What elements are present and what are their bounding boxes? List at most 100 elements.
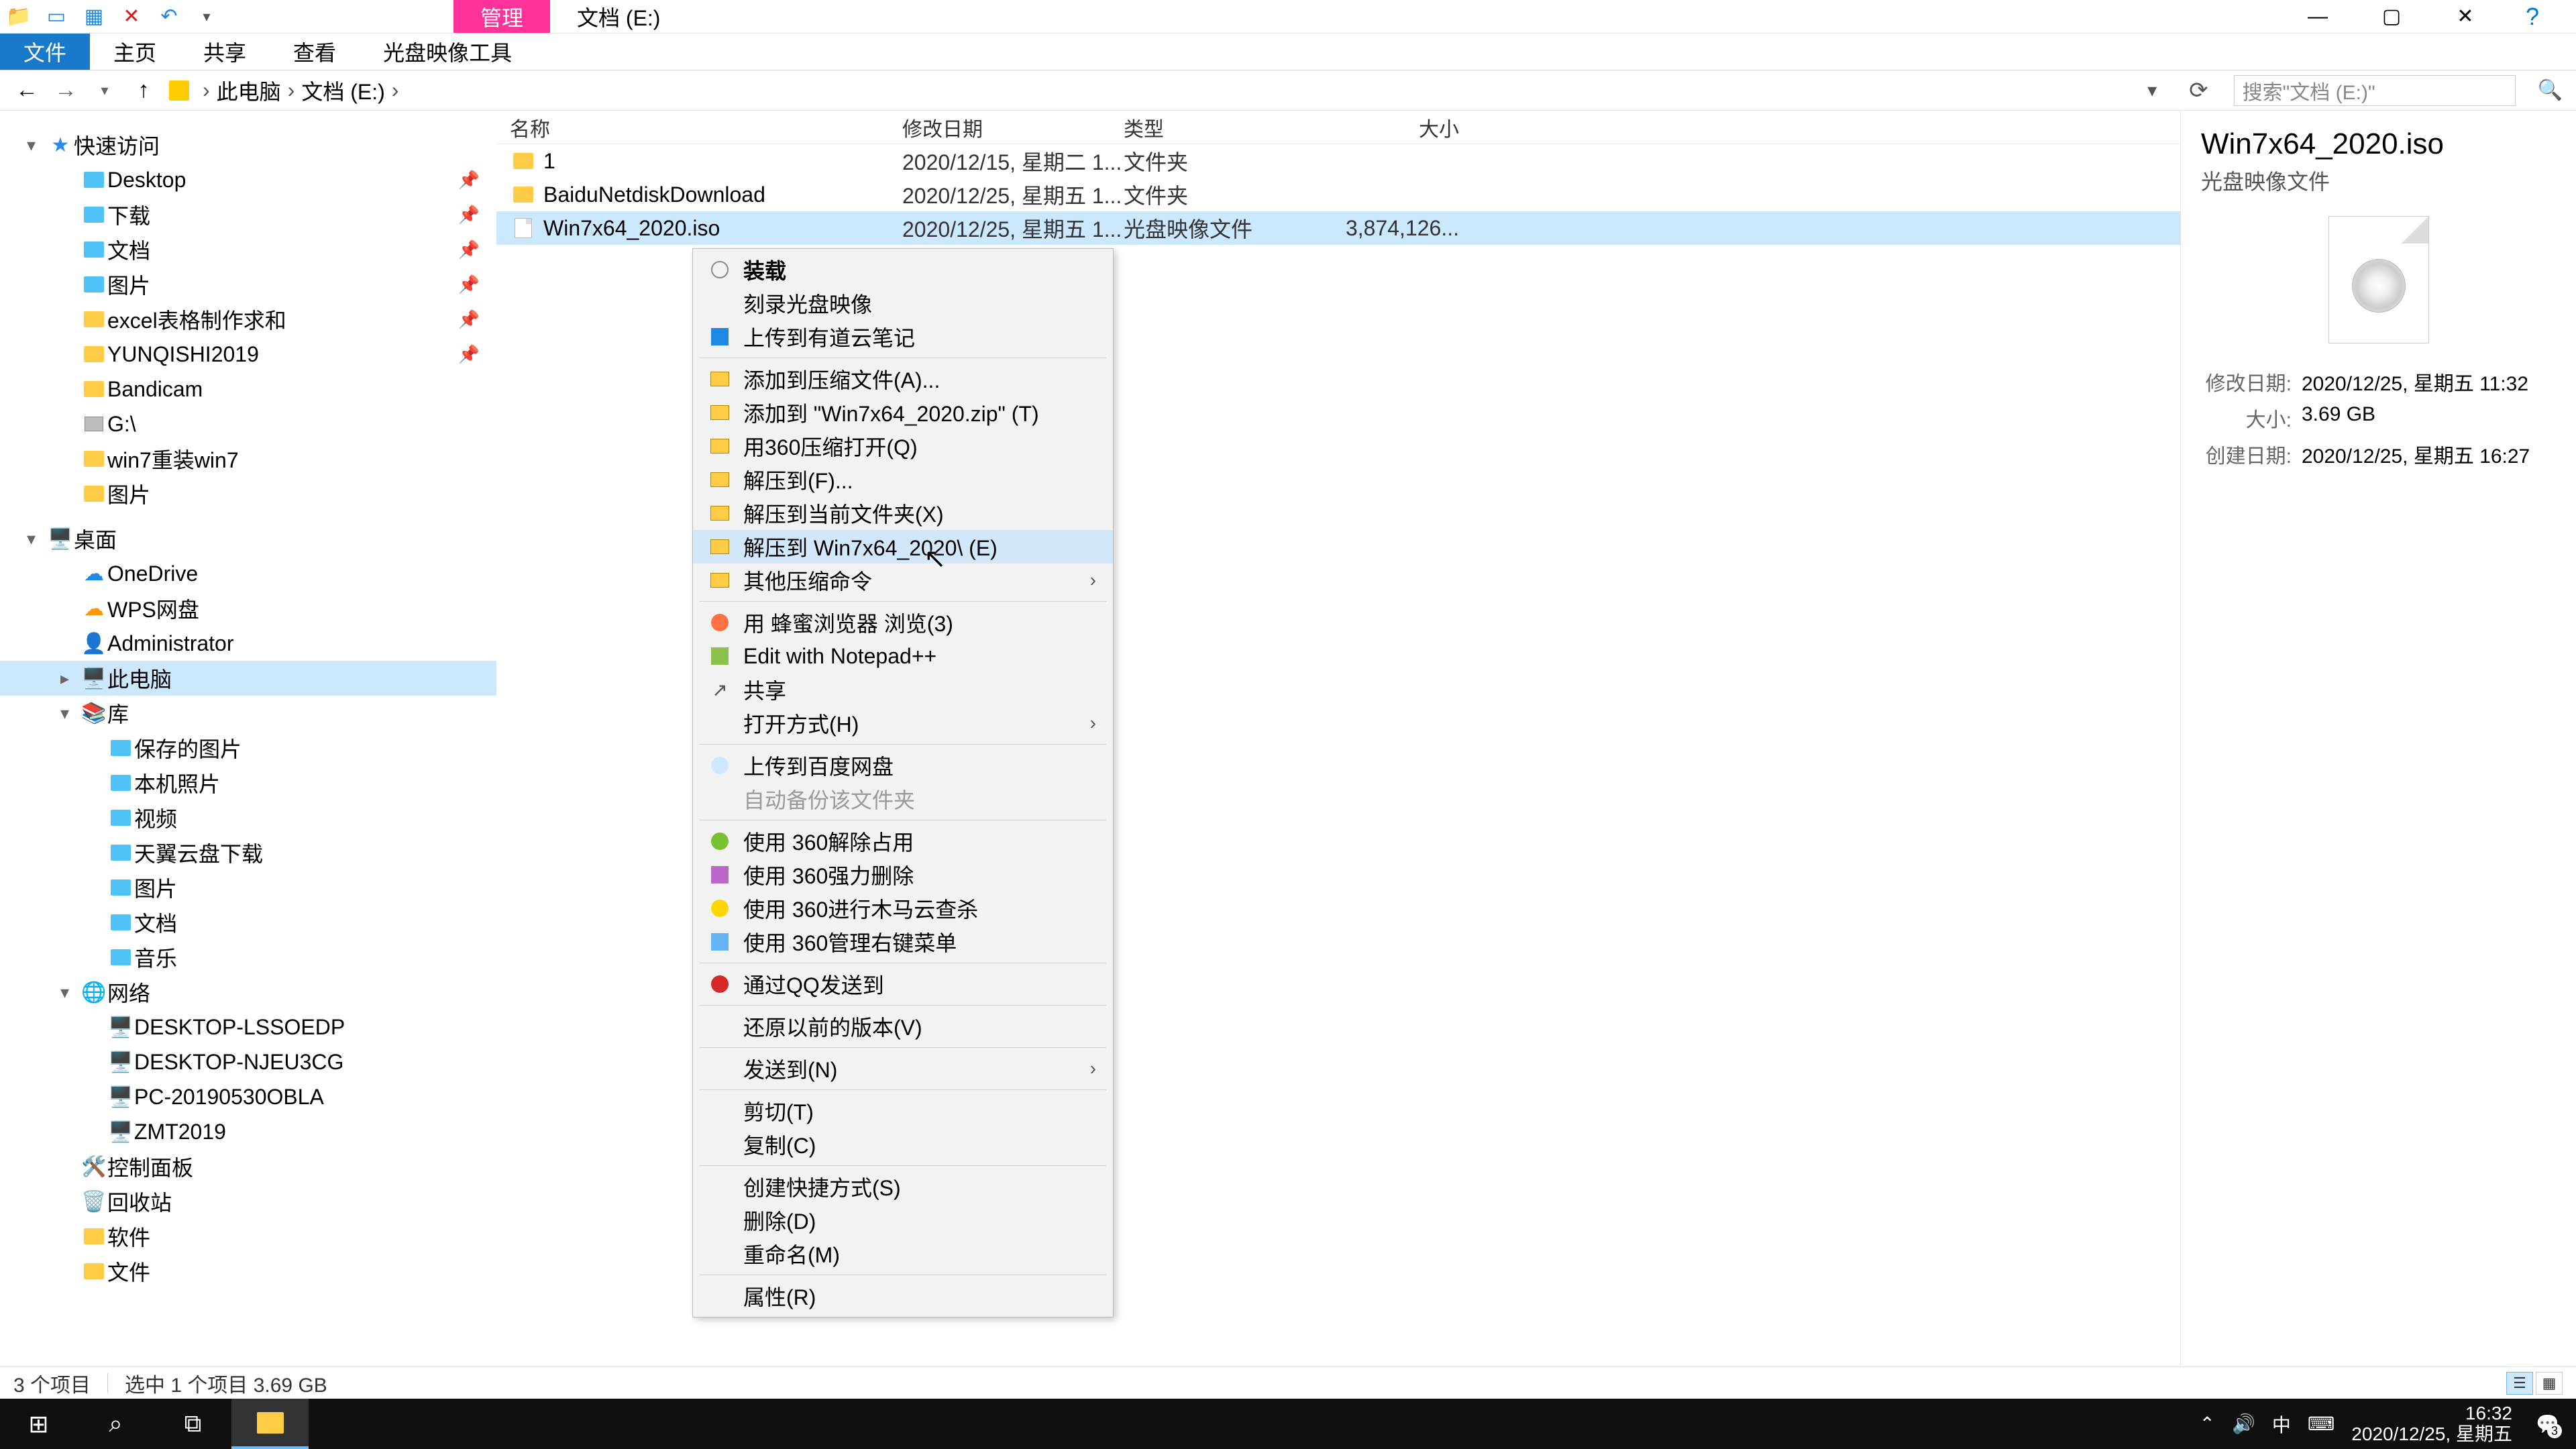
tree-item[interactable]: ▸🖥️此电脑 bbox=[0, 661, 496, 696]
context-menu-item[interactable]: 复制(C) bbox=[693, 1128, 1113, 1161]
properties-icon[interactable]: ▭ bbox=[44, 5, 68, 29]
context-menu-item[interactable]: 装载 bbox=[693, 253, 1113, 286]
tree-item[interactable]: 🖥️ZMT2019 bbox=[0, 1114, 496, 1149]
tree-item[interactable]: ▾🖥️桌面 bbox=[0, 521, 496, 556]
tree-item[interactable]: YUNQISHI2019📌 bbox=[0, 337, 496, 372]
breadcrumb[interactable]: › 此电脑 › 文档 (E:) › bbox=[169, 75, 2129, 106]
delete-icon[interactable]: ✕ bbox=[119, 5, 144, 29]
tree-item[interactable]: 🖥️PC-20190530OBLA bbox=[0, 1079, 496, 1114]
minimize-button[interactable]: — bbox=[2281, 0, 2355, 34]
start-button[interactable]: ⊞ bbox=[0, 1399, 77, 1449]
file-row[interactable]: 12020/12/15, 星期二 1...文件夹 bbox=[496, 144, 2180, 178]
volume-icon[interactable]: 🔊 bbox=[2232, 1413, 2255, 1435]
navigation-pane[interactable]: ▾★快速访问Desktop📌下载📌文档📌图片📌excel表格制作求和📌YUNQI… bbox=[0, 111, 496, 1366]
context-menu-item[interactable]: 删除(D) bbox=[693, 1203, 1113, 1237]
ribbon-tab-view[interactable]: 查看 bbox=[270, 34, 360, 70]
context-menu-item[interactable]: 添加到压缩文件(A)... bbox=[693, 362, 1113, 396]
context-menu-item[interactable]: 重命名(M) bbox=[693, 1237, 1113, 1271]
context-menu-item[interactable]: 属性(R) bbox=[693, 1279, 1113, 1313]
tree-item[interactable]: Desktop📌 bbox=[0, 162, 496, 197]
nav-forward-button[interactable]: → bbox=[52, 77, 79, 103]
context-menu-item[interactable]: 上传到百度网盘 bbox=[693, 749, 1113, 782]
undo-icon[interactable]: ↶ bbox=[157, 5, 181, 29]
tree-item[interactable]: 🗑️回收站 bbox=[0, 1184, 496, 1219]
context-menu-item[interactable]: 创建快捷方式(S) bbox=[693, 1170, 1113, 1203]
tree-item[interactable]: ▾📚库 bbox=[0, 696, 496, 731]
tree-item[interactable]: ▾★快速访问 bbox=[0, 127, 496, 162]
action-center-button[interactable]: 💬 3 bbox=[2529, 1405, 2566, 1442]
context-menu-item[interactable]: 用 蜂蜜浏览器 浏览(3) bbox=[693, 606, 1113, 639]
context-menu-item[interactable]: 解压到当前文件夹(X) bbox=[693, 496, 1113, 530]
chevron-icon[interactable]: ▾ bbox=[27, 529, 47, 549]
ribbon-tab-share[interactable]: 共享 bbox=[180, 34, 270, 70]
context-menu-item[interactable]: 还原以前的版本(V) bbox=[693, 1010, 1113, 1043]
context-menu-item[interactable]: 打开方式(H)› bbox=[693, 706, 1113, 740]
context-menu-item[interactable]: 其他压缩命令› bbox=[693, 564, 1113, 597]
context-menu-item[interactable]: 通过QQ发送到 bbox=[693, 967, 1113, 1001]
file-row[interactable]: BaiduNetdiskDownload2020/12/25, 星期五 1...… bbox=[496, 178, 2180, 211]
tree-item[interactable]: 图片 bbox=[0, 870, 496, 905]
file-row[interactable]: Win7x64_2020.iso2020/12/25, 星期五 1...光盘映像… bbox=[496, 211, 2180, 245]
help-icon[interactable]: ? bbox=[2502, 0, 2576, 34]
tree-item[interactable]: 文档📌 bbox=[0, 232, 496, 267]
new-folder-icon[interactable]: ▦ bbox=[82, 5, 106, 29]
context-menu-item[interactable]: 刻录光盘映像 bbox=[693, 286, 1113, 320]
context-menu-item[interactable]: 用360压缩打开(Q) bbox=[693, 429, 1113, 463]
context-menu-item[interactable]: 使用 360解除占用 bbox=[693, 824, 1113, 858]
ribbon-tab-home[interactable]: 主页 bbox=[90, 34, 180, 70]
column-header-size[interactable]: 大小 bbox=[1305, 113, 1472, 142]
tree-item[interactable]: 文档 bbox=[0, 905, 496, 940]
nav-up-button[interactable]: ↑ bbox=[130, 77, 157, 103]
tree-item[interactable]: 保存的图片 bbox=[0, 731, 496, 765]
address-dropdown-icon[interactable]: ▾ bbox=[2141, 79, 2163, 101]
tree-item[interactable]: 软件 bbox=[0, 1219, 496, 1254]
chevron-right-icon[interactable]: › bbox=[203, 78, 210, 103]
column-header-date[interactable]: 修改日期 bbox=[902, 113, 1124, 142]
tree-item[interactable]: 视频 bbox=[0, 800, 496, 835]
context-menu-item[interactable]: 剪切(T) bbox=[693, 1094, 1113, 1128]
tree-item[interactable]: 下载📌 bbox=[0, 197, 496, 232]
tree-item[interactable]: 图片 bbox=[0, 476, 496, 511]
context-menu-item[interactable]: 发送到(N)› bbox=[693, 1052, 1113, 1085]
tree-item[interactable]: 🛠️控制面板 bbox=[0, 1149, 496, 1184]
tree-item[interactable]: 本机照片 bbox=[0, 765, 496, 800]
context-menu-item[interactable]: ↗共享 bbox=[693, 673, 1113, 706]
tree-item[interactable]: G:\ bbox=[0, 407, 496, 441]
task-view-button[interactable]: ⧉ bbox=[154, 1399, 231, 1449]
tree-item[interactable]: 🖥️DESKTOP-LSSOEDP bbox=[0, 1010, 496, 1044]
context-menu-item[interactable]: 使用 360进行木马云查杀 bbox=[693, 892, 1113, 925]
chevron-right-icon[interactable]: › bbox=[392, 78, 399, 103]
breadcrumb-segment[interactable]: 此电脑 bbox=[217, 75, 281, 106]
tree-item[interactable]: 👤Administrator bbox=[0, 626, 496, 661]
context-menu-item[interactable]: Edit with Notepad++ bbox=[693, 639, 1113, 673]
tree-item[interactable]: Bandicam bbox=[0, 372, 496, 407]
view-thumbnails-button[interactable]: ▦ bbox=[2536, 1372, 2563, 1395]
tray-overflow-icon[interactable]: ⌃ bbox=[2200, 1413, 2215, 1435]
tree-item[interactable]: ☁WPS网盘 bbox=[0, 591, 496, 626]
search-icon[interactable]: 🔍 bbox=[2528, 78, 2563, 102]
context-menu-item[interactable]: 解压到(F)... bbox=[693, 463, 1113, 496]
tree-item[interactable]: win7重装win7 bbox=[0, 441, 496, 476]
chevron-icon[interactable]: ▾ bbox=[27, 135, 47, 156]
taskbar-explorer-button[interactable] bbox=[231, 1399, 309, 1449]
ime-indicator[interactable]: 中 bbox=[2272, 1411, 2291, 1438]
search-input[interactable]: 搜索"文档 (E:)" bbox=[2234, 75, 2516, 106]
taskbar-clock[interactable]: 16:32 2020/12/25, 星期五 bbox=[2351, 1403, 2512, 1445]
context-menu-item[interactable]: 上传到有道云笔记 bbox=[693, 320, 1113, 354]
keyboard-icon[interactable]: ⌨ bbox=[2308, 1413, 2334, 1435]
close-button[interactable]: ✕ bbox=[2428, 0, 2502, 34]
tree-item[interactable]: 文件 bbox=[0, 1254, 496, 1289]
ribbon-tab-file[interactable]: 文件 bbox=[0, 34, 90, 70]
tree-item[interactable]: ▾🌐网络 bbox=[0, 975, 496, 1010]
context-menu-item[interactable]: 解压到 Win7x64_2020\ (E) bbox=[693, 530, 1113, 564]
tree-item[interactable]: ☁OneDrive bbox=[0, 556, 496, 591]
context-menu-item[interactable]: 添加到 "Win7x64_2020.zip" (T) bbox=[693, 396, 1113, 429]
tree-item[interactable]: 🖥️DESKTOP-NJEU3CG bbox=[0, 1044, 496, 1079]
tree-item[interactable]: 天翼云盘下载 bbox=[0, 835, 496, 870]
maximize-button[interactable]: ▢ bbox=[2355, 0, 2428, 34]
context-menu-item[interactable]: 使用 360强力删除 bbox=[693, 858, 1113, 892]
chevron-icon[interactable]: ▾ bbox=[60, 703, 80, 724]
refresh-button[interactable]: ⟳ bbox=[2176, 77, 2222, 104]
breadcrumb-segment[interactable]: 文档 (E:) bbox=[301, 75, 384, 106]
view-details-button[interactable]: ☰ bbox=[2506, 1372, 2533, 1395]
